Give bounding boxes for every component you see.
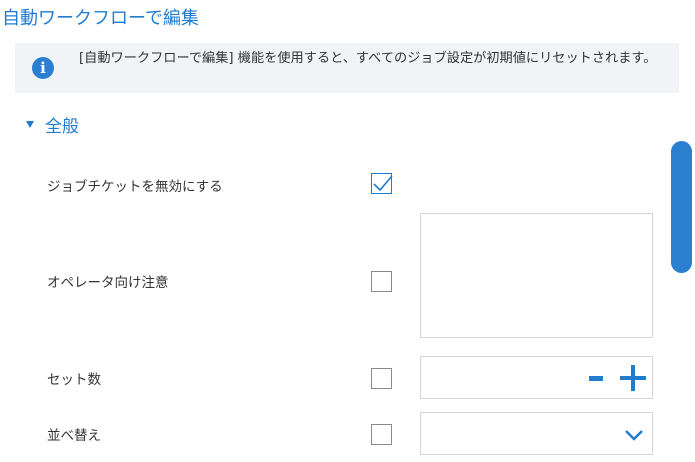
info-message: [自動ワークフローで編集] 機能を使用すると、すべてのジョブ設定が初期値にリセッ… — [79, 51, 657, 66]
sort-checkbox[interactable] — [371, 424, 392, 445]
chevron-down-icon — [625, 430, 643, 441]
operator-note-label: オペレータ向け注意 — [47, 275, 169, 291]
operator-note-textarea[interactable] — [420, 213, 653, 338]
decrement-icon[interactable] — [589, 376, 603, 381]
page-title: 自動ワークフローで編集 — [2, 8, 199, 29]
caret-down-icon — [26, 120, 34, 128]
edit-with-auto-workflow-panel: 自動ワークフローで編集 i [自動ワークフローで編集] 機能を使用すると、すべて… — [0, 0, 695, 462]
disable-job-ticket-label: ジョブチケットを無効にする — [47, 179, 223, 195]
set-count-checkbox[interactable] — [371, 368, 392, 389]
disable-job-ticket-checkbox[interactable] — [371, 173, 393, 194]
section-label: 全般 — [45, 116, 79, 137]
increment-icon[interactable] — [620, 365, 646, 391]
checkmark-icon — [373, 175, 393, 192]
set-count-label: セット数 — [47, 372, 101, 388]
sort-label: 並べ替え — [47, 428, 101, 444]
info-banner: i [自動ワークフローで編集] 機能を使用すると、すべてのジョブ設定が初期値にリ… — [15, 43, 679, 93]
set-count-stepper[interactable] — [420, 356, 653, 399]
section-toggle-general[interactable]: 全般 — [26, 112, 79, 137]
info-icon: i — [32, 57, 54, 79]
scrollbar-thumb[interactable] — [671, 141, 692, 273]
sort-select[interactable] — [420, 412, 653, 455]
operator-note-checkbox[interactable] — [371, 271, 392, 292]
